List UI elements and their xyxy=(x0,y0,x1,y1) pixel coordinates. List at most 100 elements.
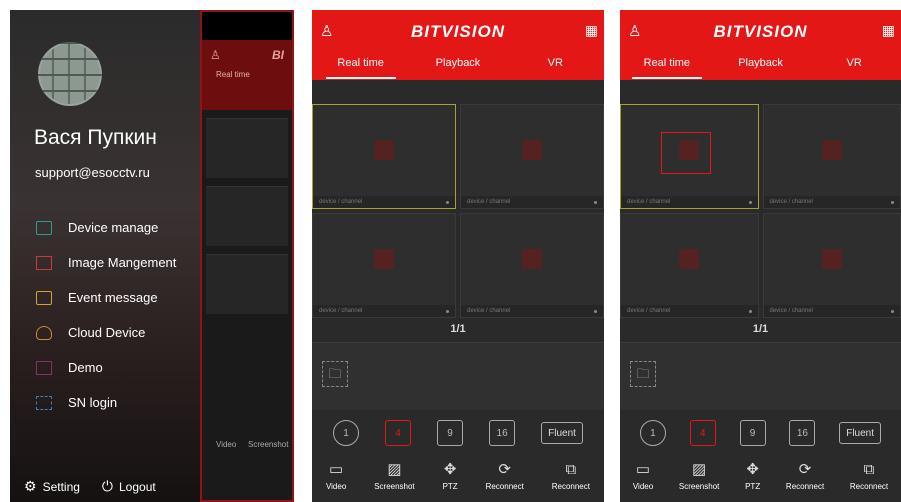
split-16-button[interactable]: 16 xyxy=(489,420,516,446)
menu-item-sn-login[interactable]: SN login xyxy=(36,385,176,420)
user-name: Вася Пупкин xyxy=(34,126,157,149)
power-icon: ⏻ xyxy=(101,478,113,494)
peek-tile xyxy=(206,254,288,314)
channel-caption: device / channel xyxy=(313,196,455,208)
split-9-button[interactable]: 9 xyxy=(437,420,464,446)
split-1-button[interactable]: 1 xyxy=(333,420,360,446)
peek-video-label: Video xyxy=(216,440,237,449)
status-dot xyxy=(748,310,752,313)
tool-label: Reconnect xyxy=(551,482,590,491)
status-dot xyxy=(446,201,449,204)
page-indicator: 1/1 xyxy=(752,323,769,335)
user-icon: ♙ xyxy=(210,48,221,62)
main-screen-peek[interactable]: ♙ BI Real time Video Screenshot xyxy=(200,10,294,502)
user-email: support@esocctv.ru xyxy=(35,165,150,180)
reconnect-button[interactable]: ⟳ Reconnect xyxy=(486,462,524,491)
channel-caption: device / channel xyxy=(763,196,900,208)
top-bar: ♙ BITVISION ▦ Real time Playback VR xyxy=(620,10,901,80)
menu-item-label: SN login xyxy=(68,395,118,410)
channel-caption: device / channel xyxy=(461,305,603,317)
channel-cell[interactable]: device / channel xyxy=(620,213,759,318)
channel-cell[interactable]: device / channel xyxy=(460,213,604,318)
status-dot xyxy=(748,201,752,204)
drawer-menu: Device manage Image Mangement Event mess… xyxy=(36,210,176,420)
channel-cell[interactable]: device / channel xyxy=(762,104,901,209)
quality-button[interactable]: Fluent xyxy=(541,422,583,444)
channel-grid: device / channel device / channel device… xyxy=(312,104,604,318)
setting-button[interactable]: ⚙ Setting xyxy=(24,478,80,495)
peek-brand: BI xyxy=(272,48,284,62)
channel-caption: device / channel xyxy=(461,196,603,208)
page-indicator: 1/1 xyxy=(450,323,466,335)
tab-playback[interactable]: Playback xyxy=(409,57,506,79)
video-icon: ▭ xyxy=(635,461,651,478)
channel-cell[interactable]: device / channel xyxy=(460,104,604,209)
top-bar: ♙ BITVISION ▦ Real time Playback VR xyxy=(312,10,604,80)
demo-icon xyxy=(36,360,52,375)
tool-label: PTZ xyxy=(442,482,458,491)
reconnect-all-button[interactable]: ⧉ Reconnect xyxy=(552,462,590,491)
video-button[interactable]: ▭ Video xyxy=(326,462,346,491)
tool-label: Reconnect xyxy=(849,482,889,491)
split-mode-bar: 1 4 9 16 Fluent xyxy=(620,420,901,446)
folder-icon[interactable]: 🗀 xyxy=(322,361,348,387)
menu-item-device-manage[interactable]: Device manage xyxy=(36,210,176,245)
tab-bar: Real time Playback VR xyxy=(620,57,901,79)
menu-item-label: Image Mangement xyxy=(68,255,177,270)
menu-item-demo[interactable]: Demo xyxy=(36,350,176,385)
ptz-button[interactable]: ✥ PTZ xyxy=(745,462,760,491)
qr-scan-icon[interactable]: ▦ xyxy=(882,22,895,39)
tool-label: Video xyxy=(632,482,654,491)
gear-icon: ⚙ xyxy=(24,478,37,494)
video-button[interactable]: ▭ Video xyxy=(633,462,653,491)
reconnect-all-button[interactable]: ⧉ Reconnect xyxy=(850,462,888,491)
ptz-icon: ✥ xyxy=(443,461,457,478)
screenshot-button[interactable]: ▨ Screenshot xyxy=(374,462,414,491)
live-view-screen-focused: ♙ BITVISION ▦ Real time Playback VR devi… xyxy=(620,10,901,502)
folder-icon[interactable]: 🗀 xyxy=(630,361,656,387)
channel-cell[interactable]: device / channel xyxy=(312,213,456,318)
ptz-button[interactable]: ✥ PTZ xyxy=(443,462,458,491)
channel-cell[interactable]: device / channel xyxy=(312,104,456,209)
tool-label: PTZ xyxy=(745,482,761,491)
split-1-button[interactable]: 1 xyxy=(639,420,666,446)
qr-scan-icon[interactable]: ▦ xyxy=(585,22,598,39)
peek-tile xyxy=(206,118,288,178)
split-4-button[interactable]: 4 xyxy=(689,420,716,446)
live-view-screen: ♙ BITVISION ▦ Real time Playback VR devi… xyxy=(312,10,604,502)
event-icon xyxy=(36,290,52,305)
channel-cell[interactable]: device / channel xyxy=(762,213,901,318)
menu-item-event-message[interactable]: Event message xyxy=(36,280,176,315)
screenshot-icon: ▨ xyxy=(692,461,707,478)
channel-cell[interactable]: device / channel xyxy=(620,104,759,209)
channel-caption: device / channel xyxy=(763,305,900,317)
split-16-button[interactable]: 16 xyxy=(789,420,816,446)
split-4-button[interactable]: 4 xyxy=(385,420,412,446)
menu-item-label: Demo xyxy=(68,360,103,375)
menu-item-cloud-device[interactable]: Cloud Device xyxy=(36,315,176,350)
avatar[interactable] xyxy=(38,42,102,106)
folder-band: 🗀 xyxy=(312,342,604,410)
menu-item-image-management[interactable]: Image Mangement xyxy=(36,245,176,280)
status-dot xyxy=(891,201,894,204)
video-icon: ▭ xyxy=(329,461,344,478)
logout-button[interactable]: ⏻ Logout xyxy=(102,478,156,495)
status-dot xyxy=(446,310,449,313)
tab-vr[interactable]: VR xyxy=(507,57,604,79)
split-mode-bar: 1 4 9 16 Fluent xyxy=(312,420,604,446)
reconnect-button[interactable]: ⟳ Reconnect xyxy=(786,462,824,491)
tab-playback[interactable]: Playback xyxy=(714,57,808,79)
reconnect-all-icon: ⧉ xyxy=(565,461,577,478)
channel-caption: device / channel xyxy=(621,305,758,317)
camera-icon xyxy=(522,140,542,161)
app-brand: BITVISION xyxy=(410,22,505,41)
tab-real-time[interactable]: Real time xyxy=(312,57,409,79)
tool-label: Reconnect xyxy=(785,482,825,491)
tab-vr[interactable]: VR xyxy=(807,57,901,79)
camera-icon xyxy=(679,249,700,270)
split-9-button[interactable]: 9 xyxy=(739,420,766,446)
quality-button[interactable]: Fluent xyxy=(839,422,882,444)
logout-label: Logout xyxy=(119,480,156,494)
tab-real-time[interactable]: Real time xyxy=(620,57,714,79)
screenshot-button[interactable]: ▨ Screenshot xyxy=(679,462,719,491)
